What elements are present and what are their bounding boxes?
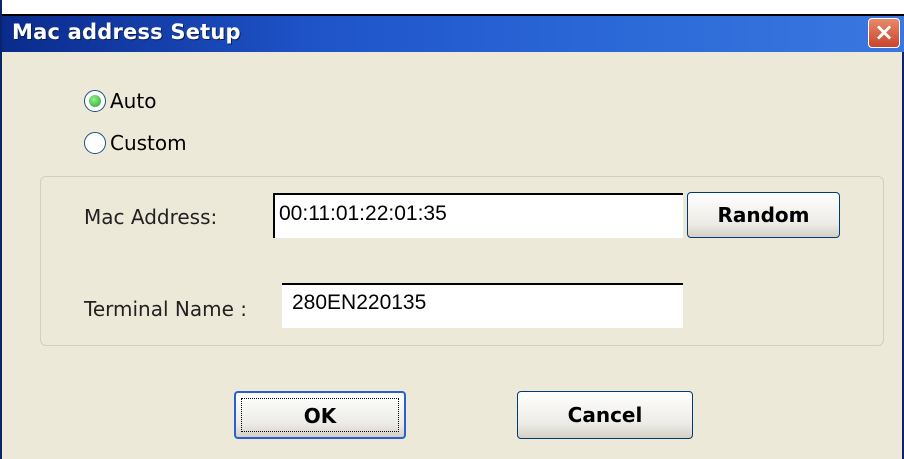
window-title: Mac address Setup bbox=[12, 20, 241, 44]
ok-button[interactable]: OK bbox=[234, 391, 406, 439]
focus-rectangle bbox=[241, 398, 399, 432]
radio-auto[interactable]: Auto bbox=[84, 86, 156, 116]
title-bar[interactable]: Mac address Setup × bbox=[2, 0, 904, 52]
terminal-name-input[interactable]: 280EN220135 bbox=[282, 283, 683, 328]
radio-custom[interactable]: Custom bbox=[84, 128, 187, 158]
cancel-button[interactable]: Cancel bbox=[517, 391, 693, 439]
radio-custom-label[interactable]: Custom bbox=[110, 131, 187, 155]
close-icon[interactable]: × bbox=[868, 18, 900, 48]
mac-address-dialog: Mac address Setup × Auto Custom Mac Addr… bbox=[0, 0, 904, 459]
terminal-name-label: Terminal Name : bbox=[84, 297, 247, 321]
title-bar-top-edge bbox=[2, 0, 904, 16]
mac-address-label: Mac Address: bbox=[84, 205, 218, 229]
radio-checked-icon[interactable] bbox=[84, 90, 106, 112]
random-button[interactable]: Random bbox=[687, 192, 840, 238]
mac-address-input[interactable]: 00:11:01:22:01:35 bbox=[273, 193, 683, 238]
radio-auto-label[interactable]: Auto bbox=[110, 89, 156, 113]
radio-unchecked-icon[interactable] bbox=[84, 132, 106, 154]
